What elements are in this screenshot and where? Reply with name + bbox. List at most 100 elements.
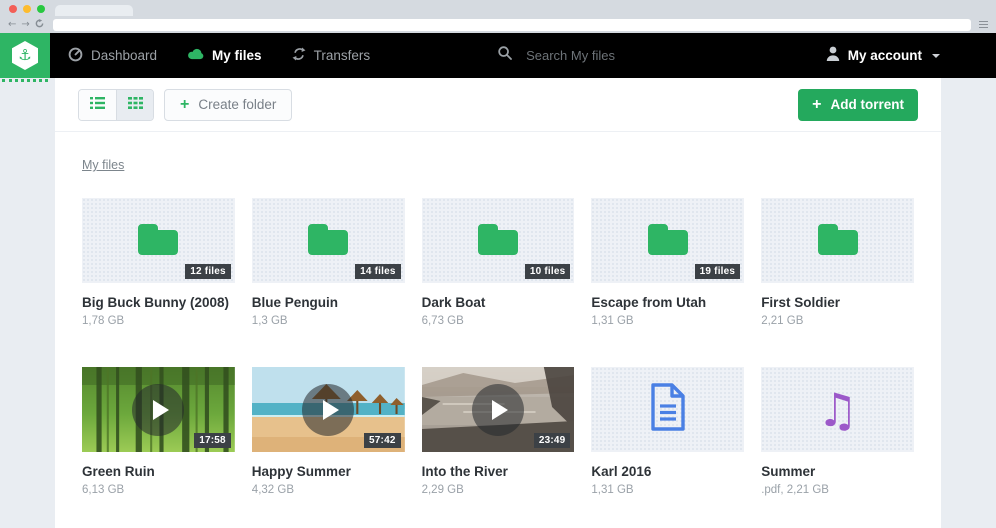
account-menu[interactable]: My account <box>826 46 940 66</box>
hexagon-badge: ⚓ <box>12 41 38 70</box>
play-icon[interactable] <box>302 384 354 436</box>
document-icon <box>647 382 689 437</box>
file-thumbnail[interactable]: 19 files <box>591 198 744 283</box>
close-window-icon[interactable] <box>9 5 17 13</box>
file-size: 1,31 GB <box>591 315 744 327</box>
file-name[interactable]: Summer <box>761 464 914 479</box>
breadcrumb[interactable]: My files <box>82 158 124 172</box>
window-controls[interactable] <box>9 5 45 13</box>
account-label: My account <box>848 48 922 63</box>
create-folder-button[interactable]: + Create folder <box>164 89 292 121</box>
file-card[interactable]: 12 files Big Buck Bunny (2008) 1,78 GB <box>82 198 235 327</box>
anchor-icon: ⚓ <box>18 48 31 63</box>
file-card[interactable]: ♫ Summer .pdf, 2,21 GB <box>761 367 914 496</box>
file-card[interactable]: 17:58 Green Ruin 6,13 GB <box>82 367 235 496</box>
file-size: 1,78 GB <box>82 315 235 327</box>
folder-icon <box>305 221 351 260</box>
file-name[interactable]: Escape from Utah <box>591 295 744 310</box>
plus-icon: + <box>812 97 821 113</box>
file-size: 2,21 GB <box>761 315 914 327</box>
music-note-icon: ♫ <box>817 387 858 433</box>
duration-badge: 23:49 <box>534 433 571 448</box>
browser-tab[interactable] <box>55 5 133 16</box>
file-thumbnail[interactable]: 10 files <box>422 198 575 283</box>
refresh-icon[interactable] <box>35 19 44 31</box>
search <box>498 46 706 65</box>
play-icon[interactable] <box>132 384 184 436</box>
nav-item-transfers[interactable]: Transfers <box>292 47 371 64</box>
nav-item-my-files[interactable]: My files <box>187 48 262 63</box>
forward-icon[interactable]: → <box>21 20 29 30</box>
play-icon[interactable] <box>472 384 524 436</box>
folder-icon <box>135 221 181 260</box>
grid-view-button[interactable] <box>116 90 153 120</box>
app-navbar: ⚓ Dashboard My files Transfers <box>0 33 996 78</box>
brand-logo[interactable]: ⚓ <box>0 33 50 78</box>
files-content: My files 12 files Big Buck Bunny (2008) 1,… <box>55 132 941 496</box>
add-torrent-label: Add torrent <box>831 97 905 112</box>
file-card[interactable]: 10 files Dark Boat 6,73 GB <box>422 198 575 327</box>
file-card[interactable]: 57:42 Happy Summer 4,32 GB <box>252 367 405 496</box>
list-view-icon <box>90 96 105 114</box>
minimize-window-icon[interactable] <box>23 5 31 13</box>
cloud-icon <box>187 48 204 63</box>
file-name[interactable]: Karl 2016 <box>591 464 744 479</box>
file-card[interactable]: Karl 2016 1,31 GB <box>591 367 744 496</box>
file-card[interactable]: First Soldier 2,21 GB <box>761 198 914 327</box>
duration-badge: 17:58 <box>194 433 231 448</box>
add-torrent-button[interactable]: + Add torrent <box>798 89 918 121</box>
browser-chrome: ← → <box>0 0 996 33</box>
folder-icon <box>815 221 861 260</box>
grid-view-icon <box>128 96 143 114</box>
file-size: .pdf, 2,21 GB <box>761 484 914 496</box>
nav-item-label: Dashboard <box>91 48 157 63</box>
file-count-badge: 10 files <box>525 264 571 279</box>
gauge-icon <box>68 47 83 65</box>
list-view-button[interactable] <box>79 90 116 120</box>
file-thumbnail[interactable] <box>591 367 744 452</box>
browser-toolbar: ← → <box>0 16 996 33</box>
file-size: 1,3 GB <box>252 315 405 327</box>
file-grid: 12 files Big Buck Bunny (2008) 1,78 GB 14 f… <box>82 198 914 496</box>
nav-item-dashboard[interactable]: Dashboard <box>68 47 157 65</box>
maximize-window-icon[interactable] <box>37 5 45 13</box>
file-name[interactable]: First Soldier <box>761 295 914 310</box>
chevron-down-icon <box>932 54 940 58</box>
file-thumbnail[interactable]: 57:42 <box>252 367 405 452</box>
file-name[interactable]: Happy Summer <box>252 464 405 479</box>
file-thumbnail[interactable]: ♫ <box>761 367 914 452</box>
file-name[interactable]: Blue Penguin <box>252 295 405 310</box>
search-input[interactable] <box>526 48 706 63</box>
file-thumbnail[interactable] <box>761 198 914 283</box>
plus-icon: + <box>180 97 189 113</box>
create-folder-label: Create folder <box>198 97 276 112</box>
file-size: 6,13 GB <box>82 484 235 496</box>
browser-menu-icon[interactable] <box>979 21 988 29</box>
url-bar[interactable] <box>53 19 971 31</box>
file-card[interactable]: 23:49 Into the River 2,29 GB <box>422 367 575 496</box>
file-name[interactable]: Into the River <box>422 464 575 479</box>
file-count-badge: 19 files <box>695 264 741 279</box>
file-card[interactable]: 19 files Escape from Utah 1,31 GB <box>591 198 744 327</box>
file-thumbnail[interactable]: 12 files <box>82 198 235 283</box>
file-name[interactable]: Big Buck Bunny (2008) <box>82 295 235 310</box>
file-size: 1,31 GB <box>591 484 744 496</box>
file-thumbnail[interactable]: 23:49 <box>422 367 575 452</box>
nav-item-label: Transfers <box>314 48 371 63</box>
file-thumbnail[interactable]: 17:58 <box>82 367 235 452</box>
file-size: 6,73 GB <box>422 315 575 327</box>
back-icon[interactable]: ← <box>8 20 16 30</box>
duration-badge: 57:42 <box>364 433 401 448</box>
primary-nav: Dashboard My files Transfers <box>68 47 370 65</box>
person-icon <box>826 46 840 66</box>
file-name[interactable]: Green Ruin <box>82 464 235 479</box>
file-size: 2,29 GB <box>422 484 575 496</box>
file-name[interactable]: Dark Boat <box>422 295 575 310</box>
file-size: 4,32 GB <box>252 484 405 496</box>
browser-tab-strip <box>0 0 996 16</box>
file-thumbnail[interactable]: 14 files <box>252 198 405 283</box>
main-panel: + Create folder + Add torrent My files 1… <box>55 78 941 528</box>
nav-item-label: My files <box>212 48 262 63</box>
file-count-badge: 12 files <box>185 264 231 279</box>
file-card[interactable]: 14 files Blue Penguin 1,3 GB <box>252 198 405 327</box>
